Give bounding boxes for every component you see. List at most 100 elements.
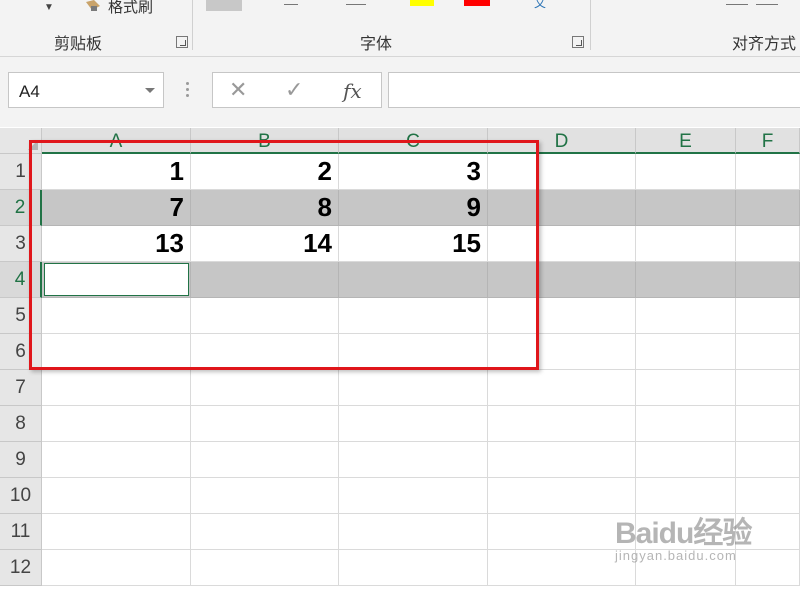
enter-icon[interactable]: ✓ [285, 77, 303, 103]
cell-c2[interactable]: 9 [339, 190, 488, 226]
row-header-8[interactable]: 8 [0, 406, 42, 442]
cell-a12[interactable] [42, 550, 191, 586]
cell-e1[interactable] [636, 154, 736, 190]
active-cell-a4[interactable] [44, 263, 189, 296]
cell-c5[interactable] [339, 298, 488, 334]
chevron-down-icon[interactable] [145, 88, 155, 93]
cell-a6[interactable] [42, 334, 191, 370]
column-header-e[interactable]: E [636, 128, 736, 154]
cell-e8[interactable] [636, 406, 736, 442]
font-color-icon[interactable] [464, 0, 490, 6]
cell-f9[interactable] [736, 442, 800, 478]
cell-c1[interactable]: 3 [339, 154, 488, 190]
column-header-c[interactable]: C [339, 128, 488, 154]
cell-c11[interactable] [339, 514, 488, 550]
cell-a1[interactable]: 1 [42, 154, 191, 190]
paste-dropdown-icon[interactable]: ▼ [44, 2, 54, 13]
cell-b7[interactable] [191, 370, 339, 406]
cell-c6[interactable] [339, 334, 488, 370]
cell-f5[interactable] [736, 298, 800, 334]
row-header-5[interactable]: 5 [0, 298, 42, 334]
cell-e3[interactable] [636, 226, 736, 262]
font-control-icon[interactable] [346, 4, 366, 5]
row-header-6[interactable]: 6 [0, 334, 42, 370]
highlight-color-icon[interactable] [410, 0, 434, 6]
cell-e4[interactable] [636, 262, 736, 298]
select-all-button[interactable] [0, 128, 42, 154]
cell-b2[interactable]: 8 [191, 190, 339, 226]
cell-a3[interactable]: 13 [42, 226, 191, 262]
cell-d1[interactable] [488, 154, 636, 190]
cell-b8[interactable] [191, 406, 339, 442]
cell-b12[interactable] [191, 550, 339, 586]
cell-c12[interactable] [339, 550, 488, 586]
cell-d3[interactable] [488, 226, 636, 262]
cell-c3[interactable]: 15 [339, 226, 488, 262]
column-header-f[interactable]: F [736, 128, 800, 154]
cell-f2[interactable] [736, 190, 800, 226]
cell-b5[interactable] [191, 298, 339, 334]
cell-a2[interactable]: 7 [42, 190, 191, 226]
cell-b11[interactable] [191, 514, 339, 550]
row-header-11[interactable]: 11 [0, 514, 42, 550]
cell-d2[interactable] [488, 190, 636, 226]
insert-function-icon[interactable]: fx [343, 79, 362, 103]
cell-c10[interactable] [339, 478, 488, 514]
format-painter-icon[interactable] [84, 0, 102, 12]
cell-e7[interactable] [636, 370, 736, 406]
cell-d11[interactable] [488, 514, 636, 550]
cell-a7[interactable] [42, 370, 191, 406]
formula-input[interactable] [388, 72, 800, 108]
cell-a5[interactable] [42, 298, 191, 334]
row-header-7[interactable]: 7 [0, 370, 42, 406]
row-header-10[interactable]: 10 [0, 478, 42, 514]
row-header-3[interactable]: 3 [0, 226, 42, 262]
cell-f6[interactable] [736, 334, 800, 370]
format-painter-button[interactable]: 格式刷 [108, 0, 153, 17]
row-header-4[interactable]: 4 [0, 262, 42, 298]
name-box[interactable]: A4 [8, 72, 164, 108]
font-size-box[interactable] [206, 0, 242, 11]
cancel-icon[interactable]: ✕ [229, 77, 247, 103]
row-header-2[interactable]: 2 [0, 190, 42, 226]
cell-a10[interactable] [42, 478, 191, 514]
cell-b3[interactable]: 14 [191, 226, 339, 262]
column-header-a[interactable]: A [42, 128, 191, 154]
clipboard-launcher-icon[interactable] [176, 36, 188, 48]
cell-d10[interactable] [488, 478, 636, 514]
drag-handle-icon[interactable] [186, 82, 189, 98]
row-header-1[interactable]: 1 [0, 154, 42, 190]
cell-f8[interactable] [736, 406, 800, 442]
align-middle-icon[interactable] [756, 4, 778, 5]
cell-d9[interactable] [488, 442, 636, 478]
cell-d12[interactable] [488, 550, 636, 586]
cell-f4[interactable] [736, 262, 800, 298]
row-header-12[interactable]: 12 [0, 550, 42, 586]
cell-d4[interactable] [488, 262, 636, 298]
cell-c8[interactable] [339, 406, 488, 442]
cell-b1[interactable]: 2 [191, 154, 339, 190]
cell-f3[interactable] [736, 226, 800, 262]
cell-f1[interactable] [736, 154, 800, 190]
font-control-icon[interactable] [284, 4, 298, 5]
cell-d6[interactable] [488, 334, 636, 370]
cell-d8[interactable] [488, 406, 636, 442]
cell-b6[interactable] [191, 334, 339, 370]
phonetic-icon[interactable]: 文 [534, 0, 546, 11]
row-header-9[interactable]: 9 [0, 442, 42, 478]
cell-e2[interactable] [636, 190, 736, 226]
cell-c4[interactable] [339, 262, 488, 298]
cell-a8[interactable] [42, 406, 191, 442]
cell-a9[interactable] [42, 442, 191, 478]
cell-a11[interactable] [42, 514, 191, 550]
cell-d5[interactable] [488, 298, 636, 334]
cell-f7[interactable] [736, 370, 800, 406]
cell-d7[interactable] [488, 370, 636, 406]
cell-b10[interactable] [191, 478, 339, 514]
cell-e6[interactable] [636, 334, 736, 370]
cell-c9[interactable] [339, 442, 488, 478]
column-header-b[interactable]: B [191, 128, 339, 154]
cell-b9[interactable] [191, 442, 339, 478]
cell-e5[interactable] [636, 298, 736, 334]
cell-b4[interactable] [191, 262, 339, 298]
